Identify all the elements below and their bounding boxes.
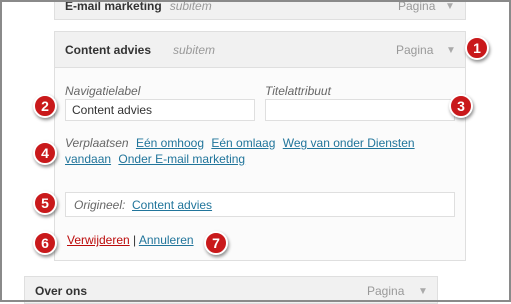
- screenshot-frame: [0, 0, 511, 302]
